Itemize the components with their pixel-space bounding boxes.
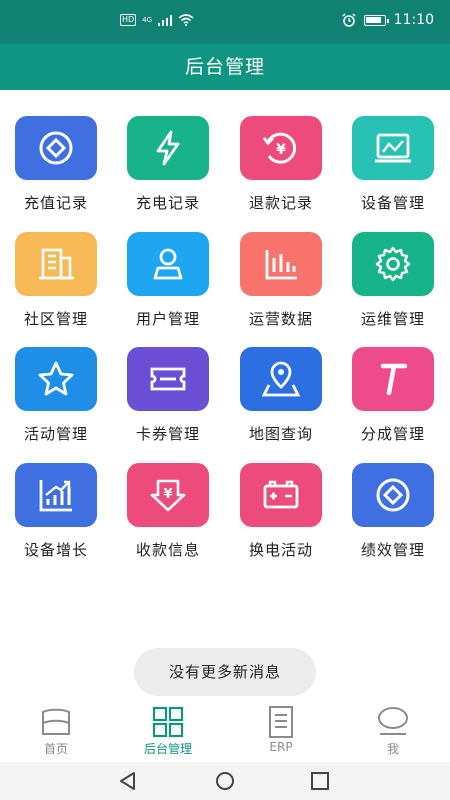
grid-item-label: 卡券管理	[135, 425, 200, 443]
bar-chart-icon	[240, 232, 322, 296]
grid-item-performance-management[interactable]: 绩效管理	[337, 463, 449, 563]
grid-item-map-query[interactable]: 地图查询	[225, 347, 337, 447]
home-icon	[42, 708, 70, 735]
grid-item-label: 运维管理	[360, 310, 425, 328]
grid-item-payment-info[interactable]: ¥ 收款信息	[112, 463, 224, 563]
profile-icon	[378, 707, 408, 735]
recents-square-icon[interactable]	[308, 770, 332, 792]
tab-home[interactable]: 首页	[0, 706, 112, 757]
tab-label: 我	[386, 742, 399, 756]
grid-item-label: 地图查询	[248, 425, 313, 443]
document-icon	[269, 706, 293, 738]
status-bar: HD 4G 11:10	[0, 0, 450, 44]
building-icon	[15, 232, 97, 296]
tab-erp[interactable]: ERP	[225, 706, 337, 754]
network-type: 4G	[142, 16, 153, 24]
grid-item-label: 绩效管理	[360, 541, 425, 559]
grid-item-refund-records[interactable]: ¥ 退款记录	[225, 116, 337, 216]
tab-label: 首页	[43, 742, 68, 756]
grid-item-battery-swap-activity[interactable]: 换电活动	[225, 463, 337, 563]
grid-item-charging-records[interactable]: 充电记录	[112, 116, 224, 216]
grid-item-coupon-management[interactable]: 卡券管理	[112, 347, 224, 447]
grid-item-label: 设备增长	[23, 541, 88, 559]
grid-item-label: 收款信息	[135, 541, 200, 559]
grid-item-label: 分成管理	[360, 425, 425, 443]
ticket-icon	[127, 347, 209, 411]
map-pin-icon	[240, 347, 322, 411]
alarm-icon	[342, 13, 356, 27]
tab-label: 后台管理	[143, 742, 192, 756]
receive-yen-icon: ¥	[127, 463, 209, 527]
title-bar: 后台管理	[0, 44, 450, 90]
grid-item-device-management[interactable]: 设备管理	[337, 116, 449, 216]
monitor-chart-icon	[352, 116, 434, 180]
grid-item-label: 退款记录	[248, 194, 313, 212]
grid-item-recharge-records[interactable]: 充值记录	[0, 116, 112, 216]
grid-item-activity-management[interactable]: 活动管理	[0, 347, 112, 447]
grid-item-label: 充电记录	[135, 194, 200, 212]
signal-icon	[158, 14, 173, 26]
grid-item-label: 设备管理	[360, 194, 425, 212]
growth-chart-icon	[15, 463, 97, 527]
grid-item-operation-data[interactable]: 运营数据	[225, 232, 337, 332]
grid-item-label: 换电活动	[248, 541, 313, 559]
bottom-tab-bar: 首页 后台管理 ERP 我	[0, 700, 450, 762]
grid-item-maintenance-management[interactable]: 运维管理	[337, 232, 449, 332]
grid-item-label: 运营数据	[248, 310, 313, 328]
star-icon	[15, 347, 97, 411]
status-right: 11:10	[342, 12, 434, 28]
refund-yen-icon: ¥	[240, 116, 322, 180]
home-circle-icon[interactable]	[213, 770, 237, 792]
grid-item-label: 用户管理	[135, 310, 200, 328]
svg-text:¥: ¥	[276, 142, 286, 158]
back-triangle-icon[interactable]	[116, 770, 140, 792]
lightning-icon	[127, 116, 209, 180]
diamond-icon	[15, 116, 97, 180]
system-navigation-bar	[0, 762, 450, 800]
wifi-icon	[178, 14, 194, 26]
tab-me[interactable]: 我	[337, 706, 449, 757]
page-title: 后台管理	[184, 56, 265, 78]
hd-badge: HD	[120, 14, 137, 26]
letter-t-icon	[352, 347, 434, 411]
grid-item-device-growth[interactable]: 设备增长	[0, 463, 112, 563]
svg-text:¥: ¥	[163, 487, 172, 502]
grid-icon	[152, 706, 184, 738]
status-left: HD 4G	[120, 14, 194, 26]
tab-label: ERP	[269, 740, 293, 754]
grid-item-commission-management[interactable]: 分成管理	[337, 347, 449, 447]
clock: 11:10	[393, 12, 434, 28]
gear-icon	[352, 232, 434, 296]
grid-item-label: 充值记录	[23, 194, 88, 212]
no-more-messages-toast: 没有更多新消息	[134, 648, 316, 696]
user-icon	[127, 232, 209, 296]
battery-icon	[240, 463, 322, 527]
grid-item-user-management[interactable]: 用户管理	[112, 232, 224, 332]
grid-item-community-management[interactable]: 社区管理	[0, 232, 112, 332]
diamond-icon	[352, 463, 434, 527]
grid-item-label: 社区管理	[23, 310, 88, 328]
battery-icon	[363, 14, 389, 26]
tab-backend-management[interactable]: 后台管理	[112, 706, 224, 757]
grid-item-label: 活动管理	[23, 425, 88, 443]
